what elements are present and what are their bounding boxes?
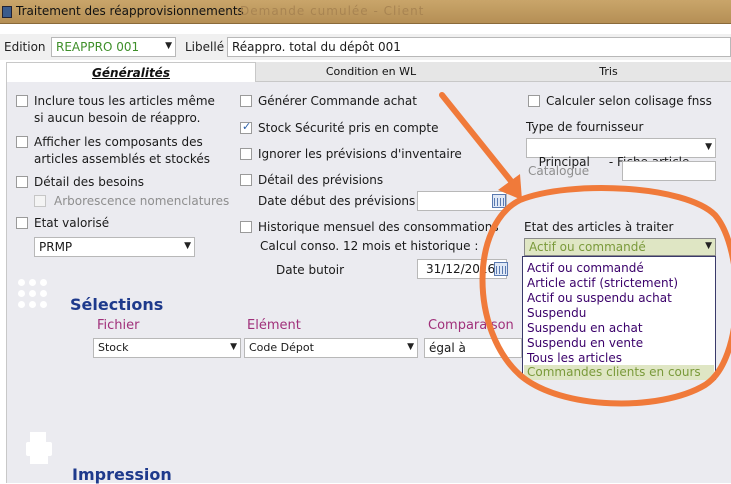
annotation-circle <box>483 188 731 403</box>
annotation-arrow-line <box>442 95 515 186</box>
annotation-overlay <box>0 0 731 483</box>
